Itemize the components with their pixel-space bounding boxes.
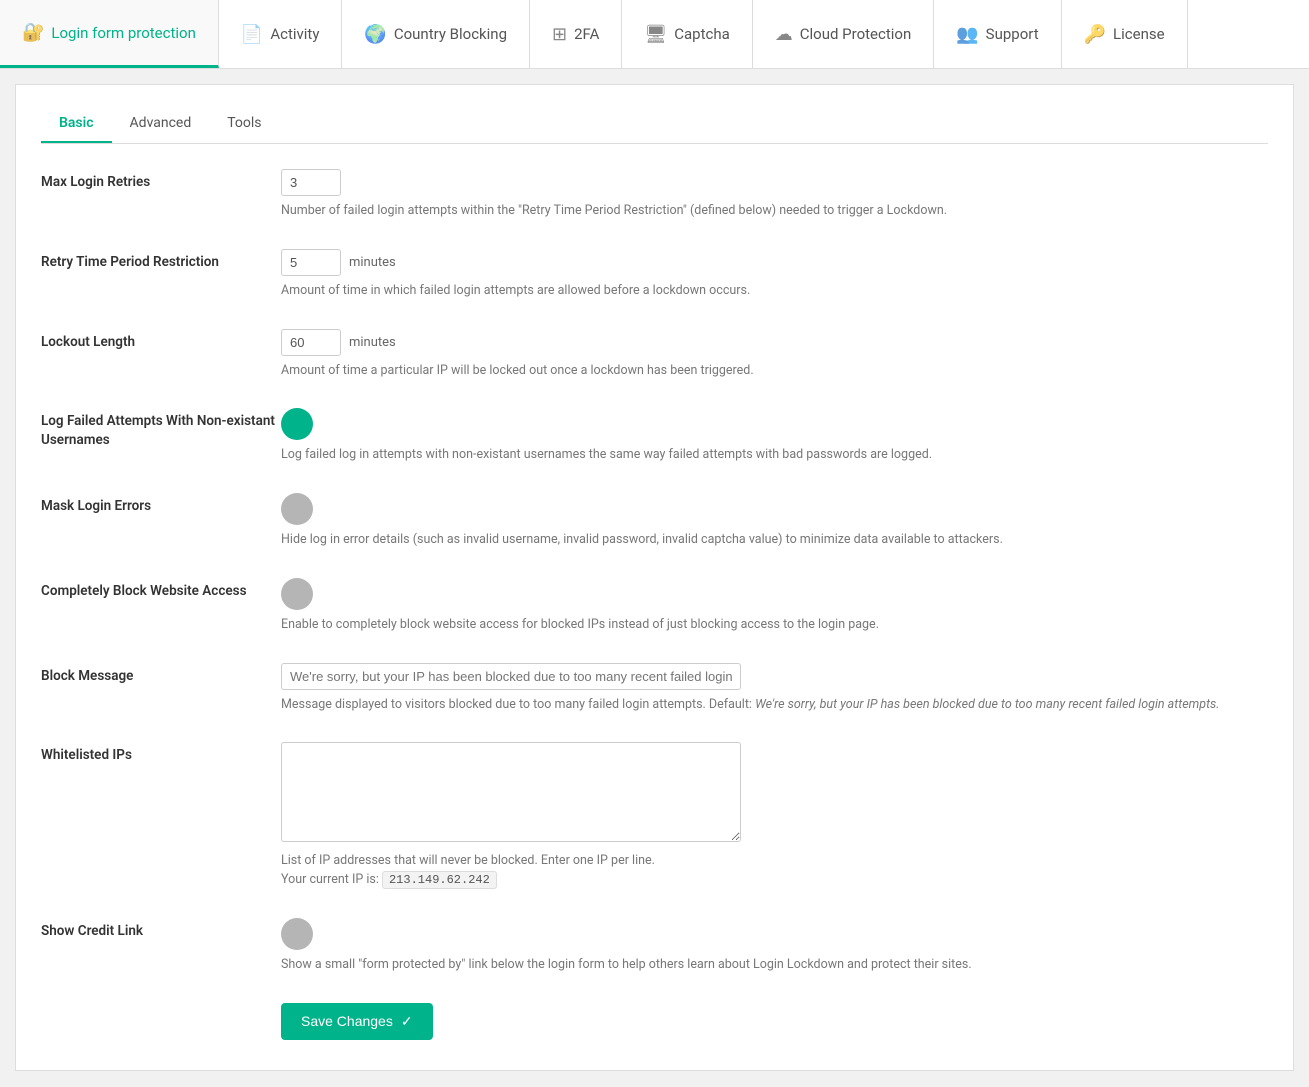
field-block-message: Block Message Message displayed to visit… <box>41 663 1268 715</box>
nav-item-captcha[interactable]: 🖥 Captcha <box>622 0 752 68</box>
2fa-icon: ⊞ <box>552 24 567 45</box>
show-credit-link-toggle[interactable] <box>281 918 313 950</box>
field-log-failed-attempts: Log Failed Attempts With Non-existant Us… <box>41 408 1268 465</box>
field-lockout-length: Lockout Length minutes Amount of time a … <box>41 329 1268 381</box>
captcha-icon: 🖥 <box>644 24 667 45</box>
block-message-desc: Message displayed to visitors blocked du… <box>281 696 1268 715</box>
retry-time-period-control: minutes Amount of time in which failed l… <box>281 249 1268 301</box>
nav-item-country-blocking[interactable]: 🌍 Country Blocking <box>342 0 530 68</box>
lockout-length-input[interactable] <box>281 329 341 356</box>
show-credit-link-control: Show a small "form protected by" link be… <box>281 918 1268 975</box>
checkmark-icon: ✓ <box>401 1013 413 1030</box>
lockout-length-label: Lockout Length <box>41 329 281 352</box>
block-message-label: Block Message <box>41 663 281 686</box>
whitelisted-ips-desc: List of IP addresses that will never be … <box>281 852 1268 890</box>
tab-basic[interactable]: Basic <box>41 105 112 143</box>
mask-login-errors-desc: Hide log in error details (such as inval… <box>281 531 1268 550</box>
field-whitelisted-ips: Whitelisted IPs List of IP addresses tha… <box>41 742 1268 890</box>
completely-block-label: Completely Block Website Access <box>41 578 281 601</box>
current-ip-badge: 213.149.62.242 <box>382 871 497 889</box>
mask-login-errors-toggle[interactable] <box>281 493 313 525</box>
whitelisted-ips-label: Whitelisted IPs <box>41 742 281 765</box>
max-login-retries-label: Max Login Retries <box>41 169 281 192</box>
save-changes-button[interactable]: Save Changes ✓ <box>281 1003 433 1040</box>
login-form-icon: 🔐 <box>22 22 44 43</box>
show-credit-link-desc: Show a small "form protected by" link be… <box>281 956 1268 975</box>
cloud-protection-icon: ☁ <box>775 24 793 45</box>
field-show-credit-link: Show Credit Link Show a small "form prot… <box>41 918 1268 975</box>
tab-tools[interactable]: Tools <box>209 105 279 143</box>
field-max-login-retries: Max Login Retries Number of failed login… <box>41 169 1268 221</box>
log-failed-attempts-label: Log Failed Attempts With Non-existant Us… <box>41 408 281 450</box>
nav-item-cloud-protection[interactable]: ☁ Cloud Protection <box>753 0 934 68</box>
lockout-length-desc: Amount of time a particular IP will be l… <box>281 362 1268 381</box>
field-completely-block: Completely Block Website Access Enable t… <box>41 578 1268 635</box>
log-failed-attempts-control: Log failed log in attempts with non-exis… <box>281 408 1268 465</box>
retry-time-period-suffix: minutes <box>349 255 396 270</box>
max-login-retries-input[interactable] <box>281 169 341 196</box>
completely-block-desc: Enable to completely block website acces… <box>281 616 1268 635</box>
retry-time-period-label: Retry Time Period Restriction <box>41 249 281 272</box>
lockout-length-suffix: minutes <box>349 335 396 350</box>
block-message-input[interactable] <box>281 663 741 690</box>
content-wrap: Basic Advanced Tools Max Login Retries N… <box>15 84 1294 1071</box>
mask-login-errors-control: Hide log in error details (such as inval… <box>281 493 1268 550</box>
max-login-retries-desc: Number of failed login attempts within t… <box>281 202 1268 221</box>
lockout-length-control: minutes Amount of time a particular IP w… <box>281 329 1268 381</box>
license-icon: 🔑 <box>1084 24 1106 45</box>
country-blocking-icon: 🌍 <box>364 24 386 45</box>
activity-icon: 📄 <box>241 24 263 45</box>
top-nav: 🔐 Login form protection 📄 Activity 🌍 Cou… <box>0 0 1309 69</box>
log-failed-attempts-toggle[interactable] <box>281 408 313 440</box>
nav-item-login-form-protection[interactable]: 🔐 Login form protection <box>0 0 219 68</box>
field-mask-login-errors: Mask Login Errors Hide log in error deta… <box>41 493 1268 550</box>
nav-item-activity[interactable]: 📄 Activity <box>219 0 343 68</box>
max-login-retries-control: Number of failed login attempts within t… <box>281 169 1268 221</box>
mask-login-errors-label: Mask Login Errors <box>41 493 281 516</box>
block-message-control: Message displayed to visitors blocked du… <box>281 663 1268 715</box>
completely-block-control: Enable to completely block website acces… <box>281 578 1268 635</box>
support-icon: 👥 <box>956 24 978 45</box>
retry-time-period-input[interactable] <box>281 249 341 276</box>
tab-advanced[interactable]: Advanced <box>112 105 210 143</box>
log-failed-attempts-desc: Log failed log in attempts with non-exis… <box>281 446 1268 465</box>
show-credit-link-label: Show Credit Link <box>41 918 281 941</box>
nav-item-2fa[interactable]: ⊞ 2FA <box>530 0 622 68</box>
nav-item-support[interactable]: 👥 Support <box>934 0 1061 68</box>
completely-block-toggle[interactable] <box>281 578 313 610</box>
nav-item-license[interactable]: 🔑 License <box>1062 0 1188 68</box>
sub-tabs: Basic Advanced Tools <box>41 105 1268 144</box>
whitelisted-ips-control: List of IP addresses that will never be … <box>281 742 1268 890</box>
field-retry-time-period: Retry Time Period Restriction minutes Am… <box>41 249 1268 301</box>
whitelisted-ips-textarea[interactable] <box>281 742 741 842</box>
retry-time-period-desc: Amount of time in which failed login att… <box>281 282 1268 301</box>
